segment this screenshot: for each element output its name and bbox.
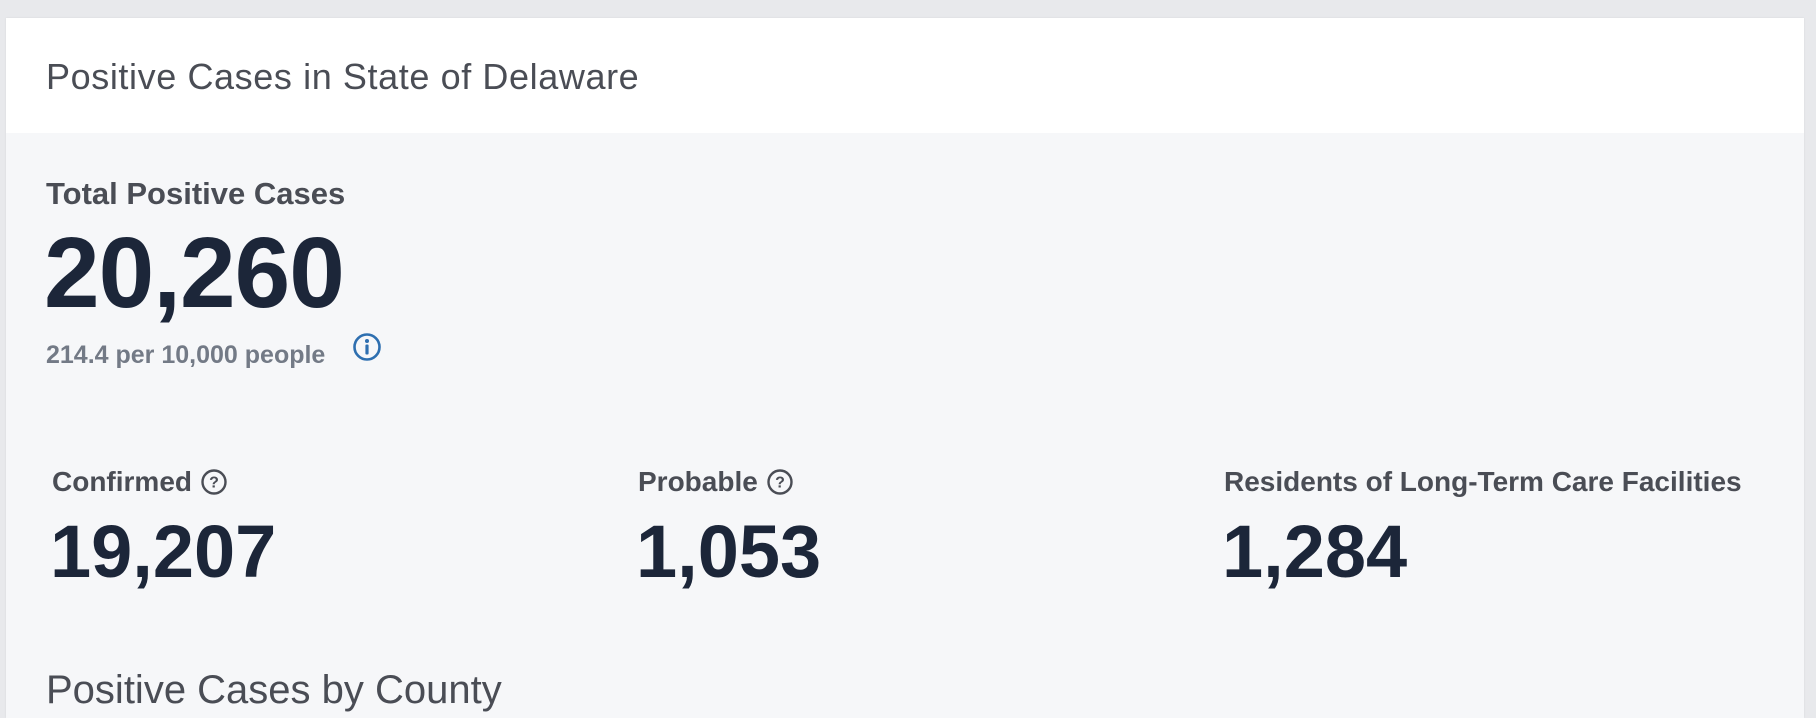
probable-label: Probable [638, 466, 758, 497]
total-positive-cases-value: 20,260 [44, 217, 345, 329]
svg-text:?: ? [209, 475, 219, 492]
confirmed-value: 19,207 [50, 510, 277, 593]
per-capita-rate: 214.4 per 10,000 people [46, 341, 326, 369]
svg-text:?: ? [775, 475, 785, 492]
card-header: Positive Cases in State of Delaware [6, 18, 1804, 133]
probable-label-row: Probable ? [638, 466, 794, 498]
help-icon[interactable]: ? [766, 468, 794, 496]
total-positive-cases-label: Total Positive Cases [46, 176, 346, 211]
long-term-care-value: 1,284 [1222, 510, 1408, 593]
long-term-care-label-row: Residents of Long-Term Care Facilities [1224, 466, 1742, 498]
positive-cases-card: Positive Cases in State of Delaware Tota… [6, 18, 1804, 718]
confirmed-label-row: Confirmed ? [52, 466, 228, 498]
section-title-cases-by-county: Positive Cases by County [46, 668, 502, 712]
help-icon[interactable]: ? [200, 468, 228, 496]
info-icon[interactable] [352, 332, 382, 362]
long-term-care-label: Residents of Long-Term Care Facilities [1224, 466, 1742, 497]
card-title: Positive Cases in State of Delaware [46, 56, 640, 97]
confirmed-label: Confirmed [52, 466, 192, 497]
probable-value: 1,053 [636, 510, 822, 593]
